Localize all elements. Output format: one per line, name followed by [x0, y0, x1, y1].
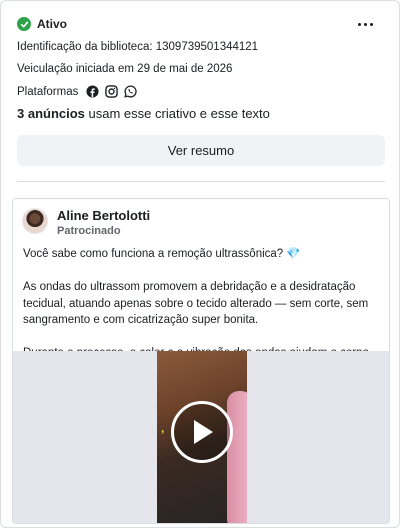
video-frame-detail	[227, 391, 247, 523]
ad-media: ,	[13, 351, 389, 523]
platform-icons	[86, 85, 138, 98]
video-thumbnail[interactable]: ,	[157, 351, 247, 523]
check-circle-icon	[17, 17, 31, 31]
play-icon[interactable]	[171, 401, 233, 463]
facebook-icon	[86, 85, 99, 98]
page-name-link[interactable]: Aline Bertolotti	[57, 208, 150, 223]
run-start-date: Veiculação iniciada em 29 de mai de 2026	[17, 63, 233, 75]
ads-count: 3 anúncios usam esse criativo e esse tex…	[17, 106, 270, 121]
ad-text-paragraph2: As ondas do ultrassom promovem a debrida…	[23, 281, 369, 326]
platforms-label: Plataformas	[17, 85, 79, 98]
video-frame-mark: ,	[161, 421, 165, 435]
ad-library-card: Ativo Identificação da biblioteca: 13097…	[0, 0, 400, 528]
status-badge: Ativo	[17, 17, 67, 31]
ad-text: Você sabe como funciona a remoção ultras…	[23, 246, 383, 362]
view-summary-button[interactable]: Ver resumo	[17, 135, 385, 166]
platforms-row: Plataformas	[17, 85, 138, 98]
more-options-icon[interactable]	[355, 15, 375, 33]
library-id: Identificação da biblioteca: 13097395013…	[17, 41, 259, 53]
sponsored-label: Patrocinado	[57, 225, 121, 237]
divider	[17, 181, 385, 182]
ad-preview: Aline Bertolotti Patrocinado Você sabe c…	[12, 198, 390, 524]
ads-count-bold: 3 anúncios	[17, 106, 85, 121]
avatar[interactable]	[22, 208, 48, 234]
ads-count-text: usam esse criativo e esse texto	[84, 106, 270, 121]
ad-text-line1: Você sabe como funciona a remoção ultras…	[23, 248, 301, 260]
instagram-icon	[105, 85, 119, 98]
status-row: Ativo	[17, 15, 67, 33]
whatsapp-icon	[124, 85, 138, 98]
status-label: Ativo	[37, 17, 67, 31]
